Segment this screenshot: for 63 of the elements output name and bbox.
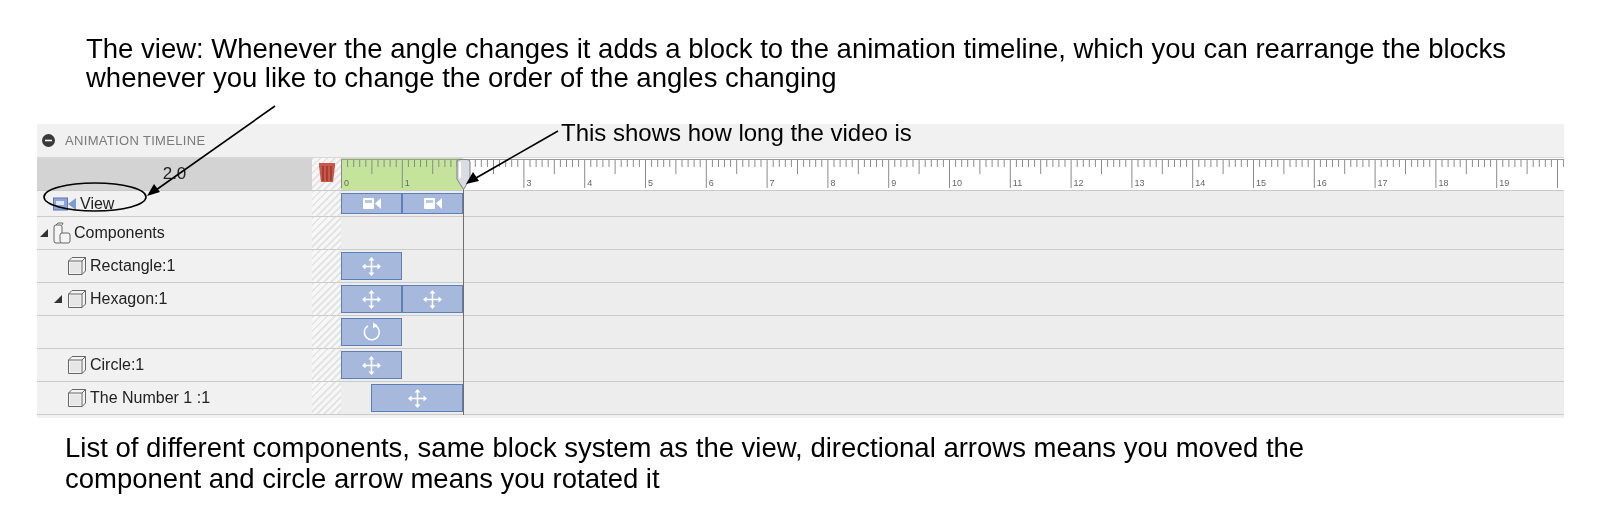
hatched-strip bbox=[312, 349, 341, 381]
video-camera-icon bbox=[362, 198, 381, 209]
cubes-icon bbox=[53, 222, 71, 244]
timeline-ruler[interactable]: 0 1 3 4 5 6 7 8 9 10 11 12 13 14 15 16 17 18 19 bbox=[341, 158, 1564, 190]
hatched-strip bbox=[312, 191, 341, 216]
annotation-text: List of different components, same block system as the view, directional arrows means you moved the component and circle arrow means you rotated it bbox=[65, 432, 1306, 494]
hatched-strip bbox=[312, 283, 341, 315]
tick-label: 1 bbox=[404, 178, 410, 188]
animation-block[interactable] bbox=[371, 384, 463, 412]
layer-label[interactable]: Circle:1 bbox=[90, 353, 145, 377]
tick-label: 15 bbox=[1256, 178, 1266, 188]
tick-label: 7 bbox=[769, 178, 775, 188]
move-arrows-icon bbox=[362, 256, 381, 276]
hatched-strip bbox=[312, 316, 341, 348]
animation-block[interactable] bbox=[341, 285, 402, 313]
collapse-icon[interactable] bbox=[42, 134, 55, 147]
layer-label[interactable]: Rectangle:1 bbox=[90, 254, 176, 278]
tick-label: 16 bbox=[1316, 178, 1327, 188]
layer-label[interactable]: Components bbox=[74, 221, 165, 245]
cube-icon bbox=[67, 388, 87, 408]
tick-label: 18 bbox=[1438, 178, 1449, 188]
tick-label: 11 bbox=[1012, 178, 1023, 188]
layer-label[interactable]: View bbox=[80, 191, 115, 216]
cube-icon bbox=[67, 289, 87, 309]
annotation-text: The view: Whenever the angle changes it adds a block to the animation timeline, which you can rearrange the blocks whenever you like to change the order of the angles changing bbox=[86, 34, 1508, 92]
animation-block[interactable] bbox=[341, 252, 402, 280]
tick-label: 0 bbox=[344, 178, 349, 188]
rotate-icon bbox=[361, 322, 382, 342]
camera-icon bbox=[53, 196, 77, 211]
tick-label: 8 bbox=[830, 178, 836, 188]
hatched-strip bbox=[312, 382, 341, 414]
expanded-triangle-icon[interactable] bbox=[54, 295, 62, 303]
animation-block[interactable] bbox=[341, 351, 402, 379]
tick-label: 10 bbox=[952, 178, 962, 188]
tick-label: 14 bbox=[1195, 178, 1206, 188]
tick-label: 12 bbox=[1073, 178, 1084, 188]
tick-label: 13 bbox=[1134, 178, 1145, 188]
tick-label: 3 bbox=[526, 178, 532, 188]
animation-block[interactable] bbox=[341, 318, 402, 346]
tick-label: 17 bbox=[1377, 178, 1388, 188]
cube-icon bbox=[67, 256, 87, 276]
tick-label: 9 bbox=[891, 178, 897, 188]
tick-label: 5 bbox=[648, 178, 653, 188]
animation-block[interactable] bbox=[402, 193, 463, 214]
animation-block[interactable] bbox=[402, 285, 463, 313]
move-arrows-icon bbox=[423, 289, 442, 309]
panel-title: ANIMATION TIMELINE bbox=[65, 131, 206, 150]
move-arrows-icon bbox=[362, 355, 381, 375]
expanded-triangle-icon[interactable] bbox=[40, 229, 48, 237]
tick-label: 4 bbox=[587, 178, 593, 188]
annotation-text: This shows how long the video is bbox=[561, 119, 912, 147]
move-arrows-icon bbox=[407, 388, 427, 408]
hatched-strip bbox=[312, 217, 341, 249]
animation-block[interactable] bbox=[341, 193, 402, 214]
cube-icon bbox=[67, 355, 87, 375]
move-arrows-icon bbox=[362, 289, 381, 309]
video-camera-icon bbox=[423, 198, 442, 209]
tick-label: 19 bbox=[1499, 178, 1510, 188]
trash-icon[interactable] bbox=[317, 161, 336, 183]
tick-label: 6 bbox=[708, 178, 714, 188]
hatched-strip bbox=[312, 250, 341, 282]
layer-label[interactable]: The Number 1 :1 bbox=[90, 386, 211, 410]
layer-label[interactable]: Hexagon:1 bbox=[90, 287, 168, 311]
